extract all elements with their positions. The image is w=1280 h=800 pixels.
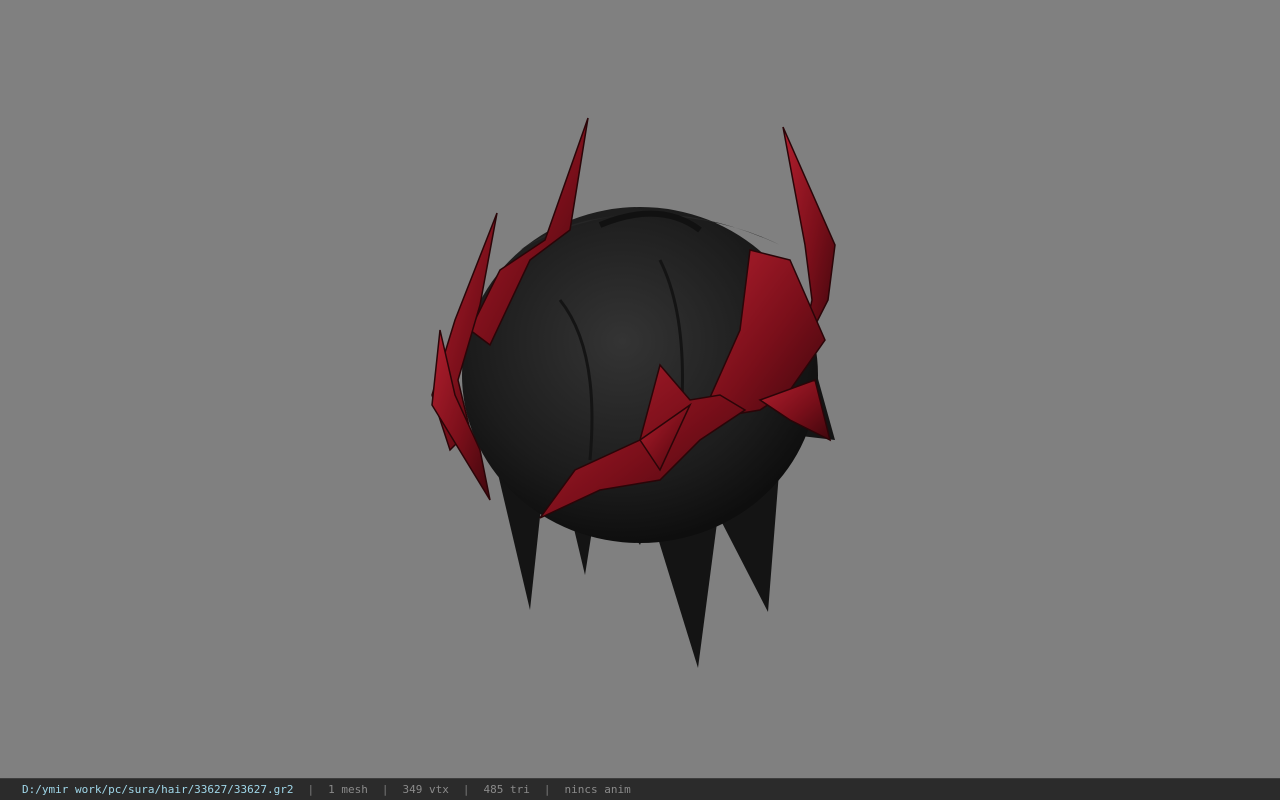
- vertex-count: 349 vtx: [402, 783, 449, 796]
- separator: |: [543, 783, 551, 796]
- file-path: D:/ymir work/pc/sura/hair/33627/33627.gr…: [22, 783, 294, 796]
- triangle-count: 485 tri: [483, 783, 530, 796]
- separator: |: [462, 783, 470, 796]
- separator: |: [307, 783, 315, 796]
- separator: |: [381, 783, 389, 796]
- hair-mesh-model[interactable]: [0, 0, 1280, 778]
- 3d-viewport[interactable]: [0, 0, 1280, 778]
- status-bar: D:/ymir work/pc/sura/hair/33627/33627.gr…: [0, 778, 1280, 800]
- mesh-count: 1 mesh: [328, 783, 368, 796]
- anim-status: nincs anim: [564, 783, 631, 796]
